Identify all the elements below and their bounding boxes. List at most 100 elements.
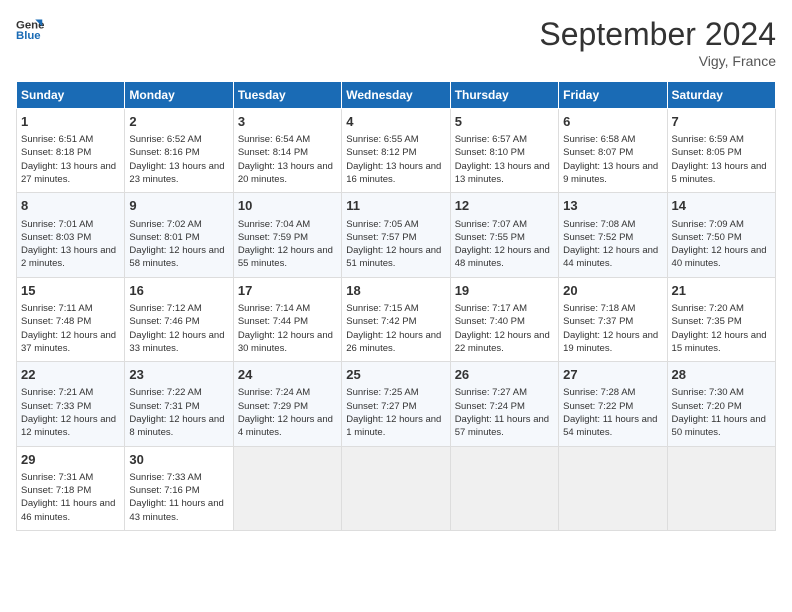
sunset-label: Sunset: 7:44 PM bbox=[238, 316, 308, 327]
daylight-label: Daylight: 13 hours and 16 minutes. bbox=[346, 161, 441, 185]
sunrise-label: Sunrise: 7:28 AM bbox=[563, 387, 635, 398]
day-number: 21 bbox=[672, 282, 771, 300]
day-number: 29 bbox=[21, 451, 120, 469]
calendar-cell bbox=[559, 446, 667, 530]
sunset-label: Sunset: 8:16 PM bbox=[129, 147, 199, 158]
page-header: General Blue September 2024 Vigy, France bbox=[16, 16, 776, 69]
calendar-row-5: 29Sunrise: 7:31 AMSunset: 7:18 PMDayligh… bbox=[17, 446, 776, 530]
daylight-label: Daylight: 12 hours and 48 minutes. bbox=[455, 245, 550, 269]
daylight-label: Daylight: 11 hours and 57 minutes. bbox=[455, 414, 549, 438]
day-number: 23 bbox=[129, 366, 228, 384]
day-number: 16 bbox=[129, 282, 228, 300]
sunrise-label: Sunrise: 7:15 AM bbox=[346, 303, 418, 314]
daylight-label: Daylight: 12 hours and 40 minutes. bbox=[672, 245, 767, 269]
sunset-label: Sunset: 8:10 PM bbox=[455, 147, 525, 158]
col-tuesday: Tuesday bbox=[233, 82, 341, 109]
daylight-label: Daylight: 13 hours and 23 minutes. bbox=[129, 161, 224, 185]
calendar-cell: 26Sunrise: 7:27 AMSunset: 7:24 PMDayligh… bbox=[450, 362, 558, 446]
sunset-label: Sunset: 7:57 PM bbox=[346, 232, 416, 243]
sunrise-label: Sunrise: 7:33 AM bbox=[129, 472, 201, 483]
daylight-label: Daylight: 12 hours and 15 minutes. bbox=[672, 330, 767, 354]
header-row: Sunday Monday Tuesday Wednesday Thursday… bbox=[17, 82, 776, 109]
sunrise-label: Sunrise: 6:57 AM bbox=[455, 134, 527, 145]
day-number: 26 bbox=[455, 366, 554, 384]
sunrise-label: Sunrise: 7:02 AM bbox=[129, 219, 201, 230]
day-number: 24 bbox=[238, 366, 337, 384]
calendar-cell: 27Sunrise: 7:28 AMSunset: 7:22 PMDayligh… bbox=[559, 362, 667, 446]
daylight-label: Daylight: 12 hours and 8 minutes. bbox=[129, 414, 224, 438]
sunset-label: Sunset: 7:48 PM bbox=[21, 316, 91, 327]
day-number: 15 bbox=[21, 282, 120, 300]
daylight-label: Daylight: 13 hours and 5 minutes. bbox=[672, 161, 767, 185]
calendar-cell bbox=[450, 446, 558, 530]
calendar-cell: 25Sunrise: 7:25 AMSunset: 7:27 PMDayligh… bbox=[342, 362, 450, 446]
daylight-label: Daylight: 13 hours and 20 minutes. bbox=[238, 161, 333, 185]
sunrise-label: Sunrise: 7:18 AM bbox=[563, 303, 635, 314]
sunrise-label: Sunrise: 7:22 AM bbox=[129, 387, 201, 398]
calendar-cell: 11Sunrise: 7:05 AMSunset: 7:57 PMDayligh… bbox=[342, 193, 450, 277]
sunset-label: Sunset: 7:33 PM bbox=[21, 401, 91, 412]
calendar-table: Sunday Monday Tuesday Wednesday Thursday… bbox=[16, 81, 776, 531]
sunset-label: Sunset: 7:46 PM bbox=[129, 316, 199, 327]
calendar-cell: 3Sunrise: 6:54 AMSunset: 8:14 PMDaylight… bbox=[233, 109, 341, 193]
calendar-cell: 18Sunrise: 7:15 AMSunset: 7:42 PMDayligh… bbox=[342, 277, 450, 361]
sunset-label: Sunset: 7:31 PM bbox=[129, 401, 199, 412]
daylight-label: Daylight: 12 hours and 19 minutes. bbox=[563, 330, 658, 354]
day-number: 5 bbox=[455, 113, 554, 131]
sunset-label: Sunset: 8:18 PM bbox=[21, 147, 91, 158]
calendar-cell: 19Sunrise: 7:17 AMSunset: 7:40 PMDayligh… bbox=[450, 277, 558, 361]
daylight-label: Daylight: 12 hours and 30 minutes. bbox=[238, 330, 333, 354]
day-number: 18 bbox=[346, 282, 445, 300]
sunrise-label: Sunrise: 7:25 AM bbox=[346, 387, 418, 398]
day-number: 25 bbox=[346, 366, 445, 384]
calendar-cell: 15 Sunrise: 7:11 AM Sunset: 7:48 PM Dayligh… bbox=[17, 277, 125, 361]
day-number: 14 bbox=[672, 197, 771, 215]
sunset-label: Sunset: 7:16 PM bbox=[129, 485, 199, 496]
calendar-cell: 1Sunrise: 6:51 AMSunset: 8:18 PMDaylight… bbox=[17, 109, 125, 193]
day-number: 10 bbox=[238, 197, 337, 215]
sunset-label: Sunset: 7:35 PM bbox=[672, 316, 742, 327]
sunset-label: Sunset: 8:12 PM bbox=[346, 147, 416, 158]
day-number: 7 bbox=[672, 113, 771, 131]
month-title: September 2024 bbox=[539, 16, 776, 53]
sunset-label: Sunset: 7:55 PM bbox=[455, 232, 525, 243]
logo: General Blue bbox=[16, 16, 44, 44]
daylight-label: Daylight: 12 hours and 51 minutes. bbox=[346, 245, 441, 269]
daylight-label: Daylight: 12 hours and 44 minutes. bbox=[563, 245, 658, 269]
daylight-label: Daylight: 13 hours and 13 minutes. bbox=[455, 161, 550, 185]
sunrise-label: Sunrise: 7:21 AM bbox=[21, 387, 93, 398]
sunrise-label: Sunrise: 7:12 AM bbox=[129, 303, 201, 314]
calendar-cell: 29Sunrise: 7:31 AMSunset: 7:18 PMDayligh… bbox=[17, 446, 125, 530]
calendar-cell: 16Sunrise: 7:12 AMSunset: 7:46 PMDayligh… bbox=[125, 277, 233, 361]
sunrise-label: Sunrise: 6:52 AM bbox=[129, 134, 201, 145]
sunrise-label: Sunrise: 7:24 AM bbox=[238, 387, 310, 398]
day-number: 28 bbox=[672, 366, 771, 384]
sunrise-label: Sunrise: 7:27 AM bbox=[455, 387, 527, 398]
col-sunday: Sunday bbox=[17, 82, 125, 109]
day-number: 6 bbox=[563, 113, 662, 131]
sunrise-label: Sunrise: 6:59 AM bbox=[672, 134, 744, 145]
calendar-row-1: 1Sunrise: 6:51 AMSunset: 8:18 PMDaylight… bbox=[17, 109, 776, 193]
sunset-label: Sunset: 7:27 PM bbox=[346, 401, 416, 412]
day-number: 9 bbox=[129, 197, 228, 215]
daylight-label: Daylight: 12 hours and 37 minutes. bbox=[21, 330, 116, 354]
sunset-label: Sunset: 7:22 PM bbox=[563, 401, 633, 412]
sunset-label: Sunset: 7:59 PM bbox=[238, 232, 308, 243]
sunset-label: Sunset: 8:07 PM bbox=[563, 147, 633, 158]
daylight-label: Daylight: 11 hours and 43 minutes. bbox=[129, 498, 223, 522]
sunset-label: Sunset: 7:37 PM bbox=[563, 316, 633, 327]
day-number: 12 bbox=[455, 197, 554, 215]
calendar-cell: 30Sunrise: 7:33 AMSunset: 7:16 PMDayligh… bbox=[125, 446, 233, 530]
col-wednesday: Wednesday bbox=[342, 82, 450, 109]
day-number: 20 bbox=[563, 282, 662, 300]
sunrise-label: Sunrise: 7:07 AM bbox=[455, 219, 527, 230]
calendar-cell bbox=[233, 446, 341, 530]
sunrise-label: Sunrise: 7:04 AM bbox=[238, 219, 310, 230]
sunrise-label: Sunrise: 7:31 AM bbox=[21, 472, 93, 483]
sunset-label: Sunset: 8:14 PM bbox=[238, 147, 308, 158]
sunrise-label: Sunrise: 6:58 AM bbox=[563, 134, 635, 145]
sunrise-label: Sunrise: 7:11 AM bbox=[21, 303, 93, 314]
sunset-label: Sunset: 8:03 PM bbox=[21, 232, 91, 243]
calendar-cell: 10Sunrise: 7:04 AMSunset: 7:59 PMDayligh… bbox=[233, 193, 341, 277]
col-monday: Monday bbox=[125, 82, 233, 109]
